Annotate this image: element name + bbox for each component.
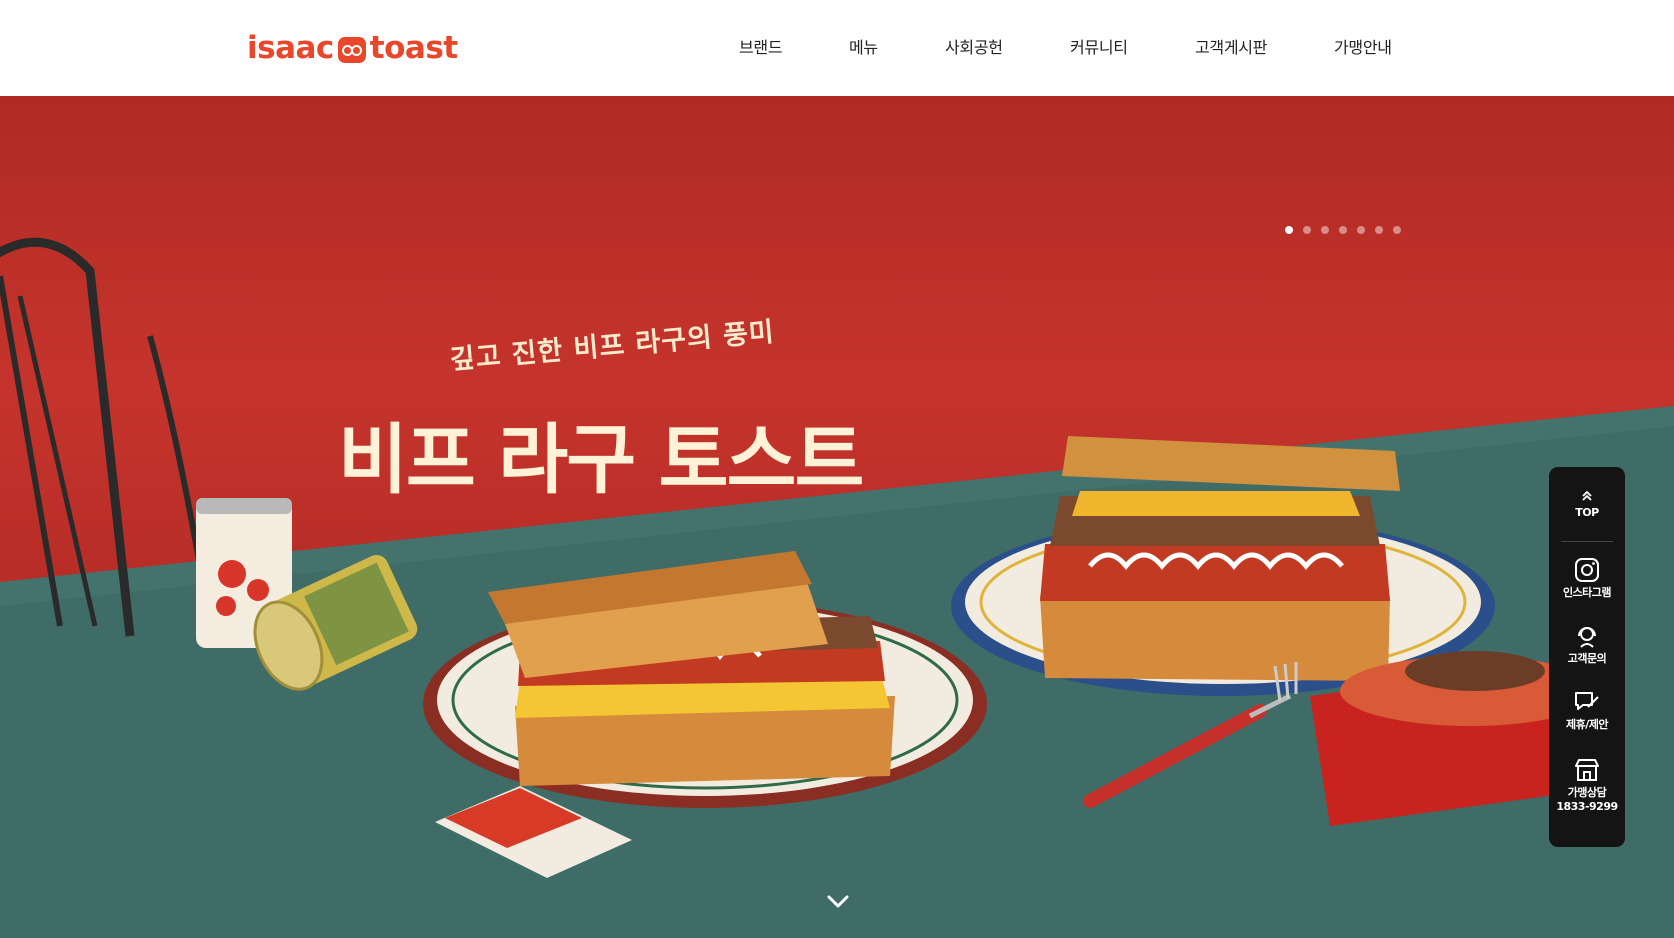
store-icon xyxy=(1575,759,1599,781)
top-button[interactable]: TOP xyxy=(1549,489,1625,520)
hero-illustration xyxy=(0,237,1674,938)
instagram-icon xyxy=(1575,558,1599,582)
instagram-label: 인스타그램 xyxy=(1562,586,1612,599)
slide-pagination xyxy=(1285,226,1401,234)
double-chevron-up-icon xyxy=(1582,490,1592,501)
nav-item-social[interactable]: 사회공헌 xyxy=(945,34,1003,58)
slide-dot-4[interactable] xyxy=(1339,226,1347,234)
nav-item-franchise[interactable]: 가맹안내 xyxy=(1334,34,1392,58)
quick-menu: TOP 인스타그램 고객문의 제휴/제안 가맹상담 1833-9299 xyxy=(1549,467,1625,847)
nav-item-board[interactable]: 고객게시판 xyxy=(1195,34,1267,58)
slide-dot-1[interactable] xyxy=(1285,226,1293,234)
slide-dot-3[interactable] xyxy=(1321,226,1329,234)
inquiry-button[interactable]: 고객문의 xyxy=(1549,623,1625,666)
slide-dot-2[interactable] xyxy=(1303,226,1311,234)
slide-dot-5[interactable] xyxy=(1357,226,1365,234)
instagram-button[interactable]: 인스타그램 xyxy=(1549,557,1625,600)
partner-label: 제휴/제안 xyxy=(1566,718,1609,731)
hero-title: 비프 라구 토스트 xyxy=(338,415,864,504)
headset-icon xyxy=(1578,627,1596,648)
nav-item-menu[interactable]: 메뉴 xyxy=(849,34,878,58)
inquiry-label: 고객문의 xyxy=(1567,652,1607,665)
hero-banner xyxy=(0,96,1674,938)
top-label: TOP xyxy=(1575,506,1599,519)
franchise-phone: 1833-9299 xyxy=(1556,800,1618,813)
franchise-label: 가맹상담 xyxy=(1567,786,1607,799)
nav-item-community[interactable]: 커뮤니티 xyxy=(1070,34,1128,58)
main-nav: 브랜드 메뉴 사회공헌 커뮤니티 고객게시판 가맹안내 xyxy=(0,34,1674,64)
quick-menu-divider xyxy=(1561,541,1613,542)
slide-dot-7[interactable] xyxy=(1393,226,1401,234)
franchise-button[interactable]: 가맹상담 1833-9299 xyxy=(1549,757,1625,814)
nav-item-brand[interactable]: 브랜드 xyxy=(739,34,783,58)
chat-pencil-icon xyxy=(1575,692,1599,710)
scroll-down-chevron-icon[interactable] xyxy=(826,890,850,914)
site-header: isaac toast 브랜드 메뉴 사회공헌 커뮤니티 고객게시판 가맹안내 xyxy=(0,0,1674,96)
slide-dot-6[interactable] xyxy=(1375,226,1383,234)
partner-button[interactable]: 제휴/제안 xyxy=(1549,689,1625,732)
